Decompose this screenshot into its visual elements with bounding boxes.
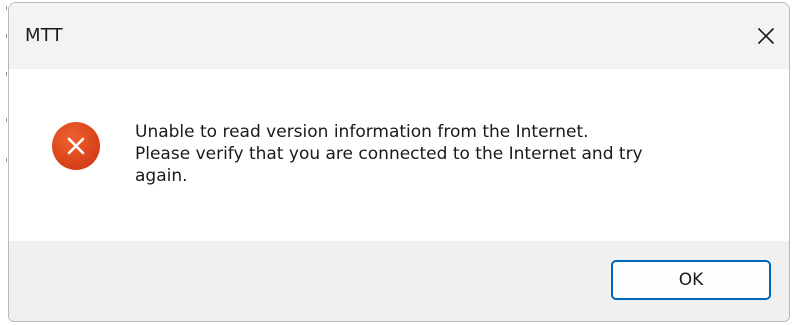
background-window-edge (0, 0, 8, 325)
message-line: again. (135, 166, 188, 186)
error-message: Unable to read version information from … (135, 121, 755, 187)
close-button[interactable] (743, 3, 789, 69)
error-dialog: MTT Unable to read version information f… (8, 2, 790, 322)
message-line: Unable to read version information from … (135, 122, 589, 142)
message-line: Please verify that you are connected to … (135, 144, 643, 164)
dialog-title: MTT (25, 25, 63, 46)
dialog-content: Unable to read version information from … (9, 69, 789, 241)
close-icon (757, 27, 775, 45)
dialog-footer: OK (9, 241, 789, 321)
error-circle-x-icon (52, 122, 100, 170)
ok-button[interactable]: OK (611, 260, 771, 300)
title-bar: MTT (9, 3, 789, 69)
